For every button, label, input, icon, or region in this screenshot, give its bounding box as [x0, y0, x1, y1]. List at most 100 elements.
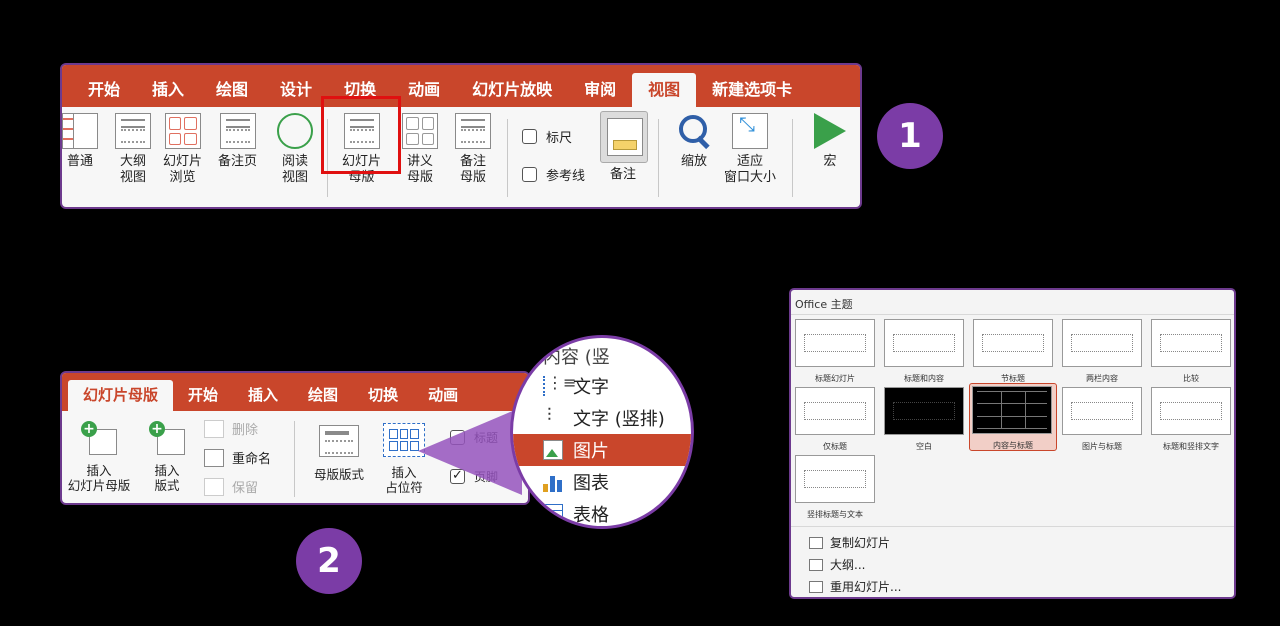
add-master-icon — [81, 421, 117, 455]
layout-content-caption[interactable]: 内容与标题 — [969, 383, 1057, 451]
layout-title-vertical-text[interactable]: 标题和竖排文字 — [1151, 387, 1231, 452]
tab-new[interactable]: 新建选项卡 — [696, 73, 808, 107]
guides-checkbox[interactable]: 参考线 — [522, 165, 585, 184]
menu-item-vertical-text[interactable]: 文字 (竖排) — [513, 402, 691, 434]
play-icon — [812, 113, 848, 149]
layout-vertical-title-text[interactable]: 竖排标题与文本 — [795, 455, 875, 520]
slide-master-highlight — [321, 96, 401, 174]
layout-comparison[interactable]: 比较 — [1151, 319, 1231, 384]
insert-layout-label-2: 版式 — [154, 478, 180, 493]
fit-window-button[interactable]: 适应 窗口大小 — [724, 113, 776, 186]
tab-home[interactable]: 开始 — [173, 380, 233, 411]
layout-two-content[interactable]: 两栏内容 — [1062, 319, 1142, 384]
ruler-label: 标尺 — [546, 131, 573, 146]
notes-master-button[interactable]: 备注 母版 — [455, 113, 491, 186]
delete-button[interactable]: 删除 — [204, 419, 258, 438]
handout-label-2: 母版 — [406, 170, 433, 185]
menu-item-chart[interactable]: 图表 — [513, 466, 691, 498]
divider — [792, 119, 793, 197]
layout-title-slide[interactable]: 标题幻灯片 — [795, 319, 875, 384]
menu-item-table[interactable]: 表格 — [513, 498, 691, 526]
normal-view-label: 普通 — [66, 154, 93, 169]
duplicate-slide-item[interactable]: 复制幻灯片 — [809, 534, 890, 551]
ruler-checkbox-box[interactable] — [522, 129, 537, 144]
layout-picture-caption[interactable]: 图片与标题 — [1062, 387, 1142, 452]
ruler-checkbox[interactable]: 标尺 — [522, 127, 572, 146]
tab-slideshow[interactable]: 幻灯片放映 — [456, 73, 568, 107]
notes-page-label: 备注页 — [218, 154, 258, 169]
zoom-callout-beam — [418, 407, 522, 495]
menu-item-text[interactable]: 文字 — [513, 370, 691, 402]
rename-button[interactable]: 重命名 — [204, 448, 271, 467]
layout-title-content[interactable]: 标题和内容 — [884, 319, 964, 384]
notes-page-button[interactable]: 备注页 — [218, 113, 257, 170]
tab-slide-master[interactable]: 幻灯片母版 — [68, 380, 174, 411]
layout-thumbnail — [884, 319, 964, 367]
reading-view-button[interactable]: 阅读 视图 — [277, 113, 313, 186]
tab-animations[interactable]: 动画 — [392, 73, 456, 107]
macro-label: 宏 — [823, 154, 837, 169]
tab-insert[interactable]: 插入 — [136, 73, 200, 107]
notes-master-icon — [455, 113, 491, 149]
rename-icon — [204, 448, 224, 467]
layout-blank[interactable]: 空白 — [884, 387, 964, 452]
master-layout-icon — [319, 425, 359, 457]
zoom-button[interactable]: 缩放 — [676, 113, 712, 170]
view-commands: 普通 大纲 视图 幻灯片 浏览 备注页 阅读 视图 幻灯片 母版 讲义 母版 备… — [62, 107, 860, 207]
macro-button[interactable]: 宏 — [812, 113, 848, 170]
table-icon — [543, 504, 563, 524]
insert-master-label-2: 幻灯片母版 — [67, 478, 131, 493]
menu-item-content-vertical[interactable]: 内容 (竖 — [513, 340, 691, 372]
layout-caption: 内容与标题 — [993, 441, 1033, 450]
ribbon-tab-bar-2: 幻灯片母版 开始 插入 绘图 切换 动画 — [62, 373, 528, 411]
layout-section-header[interactable]: 节标题 — [973, 319, 1053, 384]
tab-home[interactable]: 开始 — [72, 73, 136, 107]
slide-sorter-button[interactable]: 幻灯片 浏览 — [163, 113, 202, 186]
notes-label-wrap: 备注 — [610, 167, 636, 183]
reading-label-1: 阅读 — [281, 154, 308, 169]
notes-master-label-2: 母版 — [459, 170, 486, 185]
reading-label-2: 视图 — [281, 170, 308, 185]
zoom-icon — [676, 113, 712, 149]
duplicate-icon — [809, 536, 823, 549]
vertical-text-icon — [543, 405, 563, 428]
master-layout-button[interactable]: 母版版式 — [306, 425, 372, 482]
handout-master-button[interactable]: 讲义 母版 — [402, 113, 438, 186]
layout-thumbnail — [884, 387, 964, 435]
outline-icon — [809, 558, 823, 571]
guides-checkbox-box[interactable] — [522, 167, 537, 182]
outline-view-button[interactable]: 大纲 视图 — [115, 113, 151, 186]
tab-draw[interactable]: 绘图 — [293, 380, 353, 411]
normal-view-icon — [62, 113, 98, 149]
partial-item-label: 内容 (竖 — [543, 347, 610, 368]
tab-transitions[interactable]: 切换 — [353, 380, 413, 411]
notes-toggle-button[interactable] — [600, 111, 648, 163]
tab-review[interactable]: 审阅 — [568, 73, 632, 107]
normal-view-button[interactable]: 普通 — [62, 113, 98, 170]
tab-view[interactable]: 视图 — [632, 73, 697, 107]
step-badge-1: 1 — [877, 103, 943, 169]
notes-label: 备注 — [610, 167, 637, 182]
layout-title-only[interactable]: 仅标题 — [795, 387, 875, 452]
menu-item-picture[interactable]: 图片 — [513, 434, 691, 466]
insert-master-button[interactable]: 插入 幻灯片母版 — [62, 421, 136, 493]
tab-insert[interactable]: 插入 — [233, 380, 293, 411]
placeholder-menu-magnifier: 内容 (竖 文字 文字 (竖排) 图片 图表 表格 — [510, 335, 694, 529]
tab-design[interactable]: 设计 — [264, 73, 328, 107]
divider — [507, 119, 508, 197]
preserve-button[interactable]: 保留 — [204, 477, 258, 496]
step-badge-2: 2 — [296, 528, 362, 594]
fit-label-2: 窗口大小 — [724, 170, 777, 185]
guides-label: 参考线 — [546, 169, 586, 184]
rename-label: 重命名 — [232, 452, 272, 467]
layout-caption: 仅标题 — [823, 442, 847, 451]
master-layout-label: 母版版式 — [313, 467, 364, 482]
sorter-label-2: 浏览 — [169, 170, 196, 185]
reuse-slides-item[interactable]: 重用幻灯片... — [809, 578, 901, 595]
layout-caption: 竖排标题与文本 — [807, 510, 863, 519]
tab-draw[interactable]: 绘图 — [200, 73, 264, 107]
insert-layout-button[interactable]: 插入 版式 — [142, 421, 192, 493]
menu-item-label: 文字 (竖排) — [573, 409, 665, 430]
layout-gallery: Office 主题 标题幻灯片 标题和内容 节标题 两栏内容 比较 仅标题 空白… — [789, 288, 1236, 599]
outline-item[interactable]: 大纲... — [809, 556, 865, 573]
